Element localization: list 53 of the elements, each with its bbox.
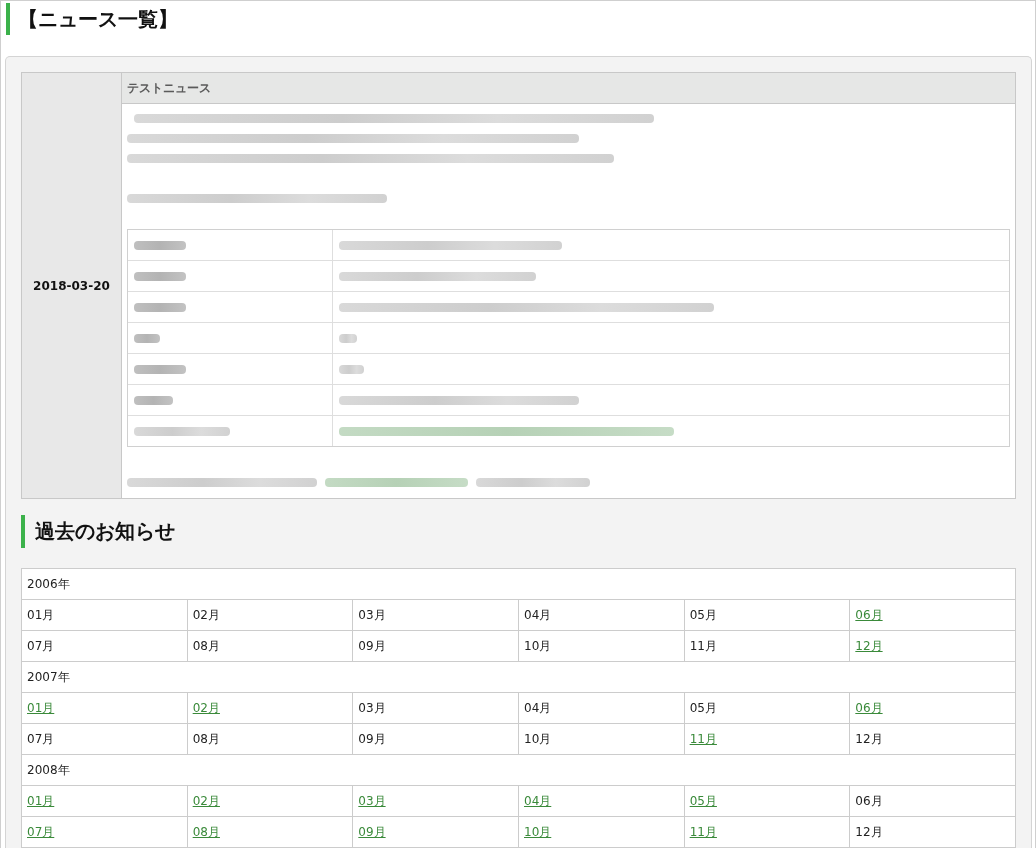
- month-link[interactable]: 08月: [192, 823, 220, 841]
- month-link[interactable]: 11月: [689, 730, 717, 748]
- month-label: 06月: [855, 792, 883, 810]
- blurred-text: [134, 333, 160, 343]
- month-label: 03月: [358, 699, 386, 717]
- blurred-text: [134, 302, 186, 312]
- page-title: 【ニュース一覧】: [6, 3, 1035, 35]
- month-link[interactable]: 06月: [855, 606, 883, 624]
- month-label: 12月: [855, 730, 883, 748]
- blurred-text: [134, 271, 186, 281]
- month-label: 05月: [689, 606, 717, 624]
- month-label: 01月: [27, 606, 55, 624]
- month-link[interactable]: 06月: [855, 699, 883, 717]
- blurred-text: [339, 364, 364, 374]
- blurred-link[interactable]: [325, 477, 468, 487]
- month-label: 11月: [689, 637, 717, 655]
- month-label: 10月: [524, 637, 552, 655]
- month-link[interactable]: 05月: [689, 792, 717, 810]
- month-link[interactable]: 11月: [689, 823, 717, 841]
- month-label: 07月: [27, 637, 55, 655]
- blurred-text: [134, 240, 186, 250]
- month-label: 02月: [192, 606, 220, 624]
- month-label: 07月: [27, 730, 55, 748]
- month-label: 04月: [524, 606, 552, 624]
- month-label: 08月: [192, 637, 220, 655]
- month-link[interactable]: 12月: [855, 637, 883, 655]
- month-label: 04月: [524, 699, 552, 717]
- month-link[interactable]: 03月: [358, 792, 386, 810]
- month-label: 08月: [192, 730, 220, 748]
- news-title: テストニュース: [122, 73, 1015, 104]
- month-link[interactable]: 01月: [27, 699, 55, 717]
- news-date: 2018-03-20: [22, 73, 122, 498]
- month-label: 09月: [358, 730, 386, 748]
- month-label: 03月: [358, 606, 386, 624]
- month-link[interactable]: 09月: [358, 823, 386, 841]
- month-label: 05月: [689, 699, 717, 717]
- month-link[interactable]: 10月: [524, 823, 552, 841]
- month-link[interactable]: 02月: [192, 792, 220, 810]
- month-link[interactable]: 02月: [192, 699, 220, 717]
- section-title: 過去のお知らせ: [21, 515, 1016, 548]
- month-label: 09月: [358, 637, 386, 655]
- month-label: 12月: [855, 823, 883, 841]
- month-link[interactable]: 04月: [524, 792, 552, 810]
- month-link[interactable]: 07月: [27, 823, 55, 841]
- blurred-text: [339, 333, 357, 343]
- year-label: 2008年: [27, 761, 70, 779]
- month-link[interactable]: 01月: [27, 792, 55, 810]
- year-label: 2007年: [27, 668, 70, 686]
- month-label: 10月: [524, 730, 552, 748]
- year-label: 2006年: [27, 575, 70, 593]
- blurred-text: [134, 364, 186, 374]
- blurred-text: [134, 395, 173, 405]
- blurred-link[interactable]: [339, 426, 674, 436]
